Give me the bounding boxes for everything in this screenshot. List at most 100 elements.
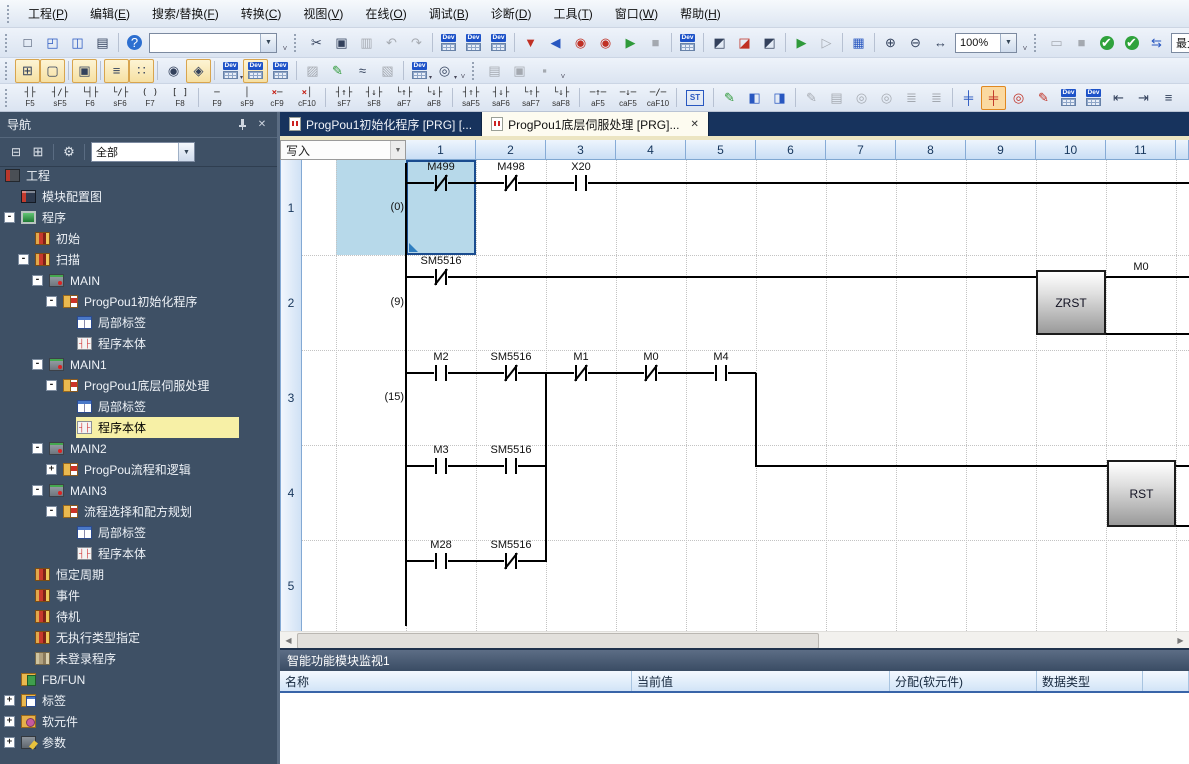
tree-item-模块配置图[interactable]: 模块配置图 — [0, 186, 277, 207]
tree-expander-collapse[interactable]: - — [46, 380, 57, 391]
element-selection-icon[interactable]: ▢ — [40, 59, 65, 83]
convert-all-icon[interactable]: ✔ — [1119, 31, 1144, 55]
ladder-row-number-5[interactable]: 5 — [280, 540, 302, 631]
instruction-block-ZRST[interactable]: ZRST — [1036, 270, 1106, 335]
max-combo[interactable]: 最大: -------▼ — [1171, 33, 1189, 53]
ladder-row-number-3[interactable]: 3 — [280, 350, 302, 446]
device-replace-icon[interactable]: Dev — [1081, 86, 1106, 110]
horizontal-line-button[interactable]: ─F9 — [202, 84, 232, 111]
tree-item-ProgPou1初始化程序[interactable]: -ProgPou1初始化程序 — [0, 291, 277, 312]
tree-item-未登录程序[interactable]: 未登录程序 — [0, 648, 277, 669]
delete-vertical-line-button[interactable]: ×│cF10 — [292, 84, 322, 111]
delete-horizontal-line-button[interactable]: ×─cF9 — [262, 84, 292, 111]
write-mode-selector[interactable]: 写入 ▼ — [280, 140, 406, 160]
tree-expander-collapse[interactable]: - — [32, 443, 43, 454]
menu-帮助[interactable]: 帮助(H) — [669, 2, 732, 25]
device-comment-icon[interactable]: Dev — [436, 31, 461, 55]
tree-item-待机[interactable]: 待机 — [0, 606, 277, 627]
navigation-window-icon[interactable]: ⊞ — [15, 59, 40, 83]
scroll-left-button[interactable]: ◀ — [280, 632, 297, 649]
rising-pulse-close-branch-button[interactable]: └⇑├saF7 — [516, 84, 546, 111]
statement-insert-icon[interactable]: ◩ — [707, 31, 732, 55]
menu-在线[interactable]: 在线(O) — [354, 2, 417, 25]
menu-窗口[interactable]: 窗口(W) — [604, 2, 669, 25]
align-right-icon[interactable]: ≡ — [1181, 86, 1189, 110]
tree-expander-expand[interactable]: + — [4, 716, 15, 727]
read-from-plc-icon[interactable]: ◀ — [543, 31, 568, 55]
menu-工程[interactable]: 工程(P) — [17, 2, 79, 25]
tree-expander-collapse[interactable]: - — [18, 254, 29, 265]
convert-icon[interactable]: ✔ — [1094, 31, 1119, 55]
tree-expander-collapse[interactable]: - — [32, 359, 43, 370]
toolbar-overflow-button[interactable]: ˅ — [557, 61, 569, 81]
fb-instance-icon[interactable]: ◧ — [742, 86, 767, 110]
tree-item-ProgPou1底层伺服处理[interactable]: -ProgPou1底层伺服处理 — [0, 375, 277, 396]
verify-with-plc-icon[interactable]: ◉ — [568, 31, 593, 55]
watch-window-icon[interactable]: ▦ — [846, 31, 871, 55]
scrollbar-thumb[interactable] — [297, 633, 819, 649]
ladder-canvas[interactable]: 12345M499M498X20SM5516M2SM5516M1M0M4M3SM… — [280, 160, 1189, 631]
toolbar-overflow-button[interactable]: ˅ — [457, 61, 469, 81]
comment-display-icon[interactable]: ≡ — [104, 59, 129, 83]
menu-编辑[interactable]: 编辑(E) — [79, 2, 141, 25]
falling-pulse-close-button[interactable]: ┤⇓├saF6 — [486, 84, 516, 111]
keyword-combo[interactable]: ▼ — [149, 33, 277, 53]
zoom-in-icon[interactable]: ⊕ — [878, 31, 903, 55]
tree-item-MAIN1[interactable]: -MAIN1 — [0, 354, 277, 375]
menu-搜索/替换[interactable]: 搜索/替换(F) — [141, 2, 230, 25]
monitor-column-数据类型[interactable]: 数据类型 — [1037, 671, 1143, 691]
statement-display-icon[interactable]: ∷ — [129, 59, 154, 83]
dropdown-arrow-icon[interactable]: ▼ — [260, 34, 276, 52]
module-monitor-body[interactable] — [280, 693, 1189, 764]
falling-pulse-close-branch-button[interactable]: └⇓├saF8 — [546, 84, 576, 111]
device-initial-icon[interactable]: Dev — [486, 31, 511, 55]
tree-item-事件[interactable]: 事件 — [0, 585, 277, 606]
invert-result-button[interactable]: ─/─caF10 — [643, 84, 673, 111]
dropdown-arrow-icon[interactable]: ▼ — [390, 141, 405, 159]
open-project-icon[interactable]: ◰ — [40, 31, 65, 55]
tree-expander-collapse[interactable]: - — [32, 485, 43, 496]
pin-icon[interactable] — [234, 117, 250, 133]
jump-back-icon[interactable]: ⇆ — [1144, 31, 1169, 55]
tree-item-程序本体[interactable]: 程序本体 — [0, 543, 277, 564]
collapse-all-icon[interactable]: ⊞ — [27, 142, 49, 162]
device-tree-icon[interactable]: Dev — [268, 59, 293, 83]
help-icon[interactable]: ? — [122, 31, 147, 55]
wire-draw-icon[interactable]: ╪ — [956, 86, 981, 110]
tree-item-工程[interactable]: 工程 — [0, 165, 277, 186]
save-project-icon[interactable]: ◫ — [65, 31, 90, 55]
toolbar-overflow-button[interactable]: ˅ — [279, 33, 291, 53]
tab-close-icon[interactable]: ✕ — [690, 119, 698, 130]
tree-expander-collapse[interactable]: - — [46, 296, 57, 307]
tree-item-标签[interactable]: +标签 — [0, 690, 277, 711]
instruction-block-RST[interactable]: RST — [1107, 460, 1176, 527]
device-eye-icon[interactable]: Dev▾ — [407, 59, 432, 83]
close-icon[interactable]: ✕ — [254, 117, 270, 133]
run-icon[interactable]: ▶ — [618, 31, 643, 55]
device-display-icon[interactable]: Dev▾ — [218, 59, 243, 83]
ladder-row-number-4[interactable]: 4 — [280, 445, 302, 541]
tree-item-程序[interactable]: -程序 — [0, 207, 277, 228]
monitor-column-当前值[interactable]: 当前值 — [632, 671, 890, 691]
zoom-out-icon[interactable]: ⊖ — [903, 31, 928, 55]
settings-gear-icon[interactable]: ⚙ — [58, 142, 80, 162]
zoom-search-icon[interactable]: ◎▾ — [432, 59, 457, 83]
tree-expander-collapse[interactable]: - — [46, 506, 57, 517]
tree-item-程序本体[interactable]: 程序本体 — [0, 333, 277, 354]
scroll-right-button[interactable]: ▶ — [1172, 632, 1189, 649]
menu-转换[interactable]: 转换(C) — [230, 2, 293, 25]
align-left-icon[interactable]: ≡ — [1156, 86, 1181, 110]
tree-expander-expand[interactable]: + — [4, 737, 15, 748]
menu-视图[interactable]: 视图(V) — [292, 2, 354, 25]
tree-item-恒定周期[interactable]: 恒定周期 — [0, 564, 277, 585]
tree-item-MAIN[interactable]: -MAIN — [0, 270, 277, 291]
tree-expander-expand[interactable]: + — [4, 695, 15, 706]
menu-诊断[interactable]: 诊断(D) — [480, 2, 543, 25]
remote-operation-icon[interactable]: ◉ — [593, 31, 618, 55]
fb-label-icon[interactable]: ◨ — [767, 86, 792, 110]
tree-item-程序本体[interactable]: 程序本体 — [0, 417, 277, 438]
monitor-column-分配(软元件)[interactable]: 分配(软元件) — [890, 671, 1037, 691]
tree-item-扫描[interactable]: -扫描 — [0, 249, 277, 270]
dropdown-arrow-icon[interactable]: ▼ — [178, 143, 194, 161]
device-find-icon[interactable]: Dev — [1056, 86, 1081, 110]
